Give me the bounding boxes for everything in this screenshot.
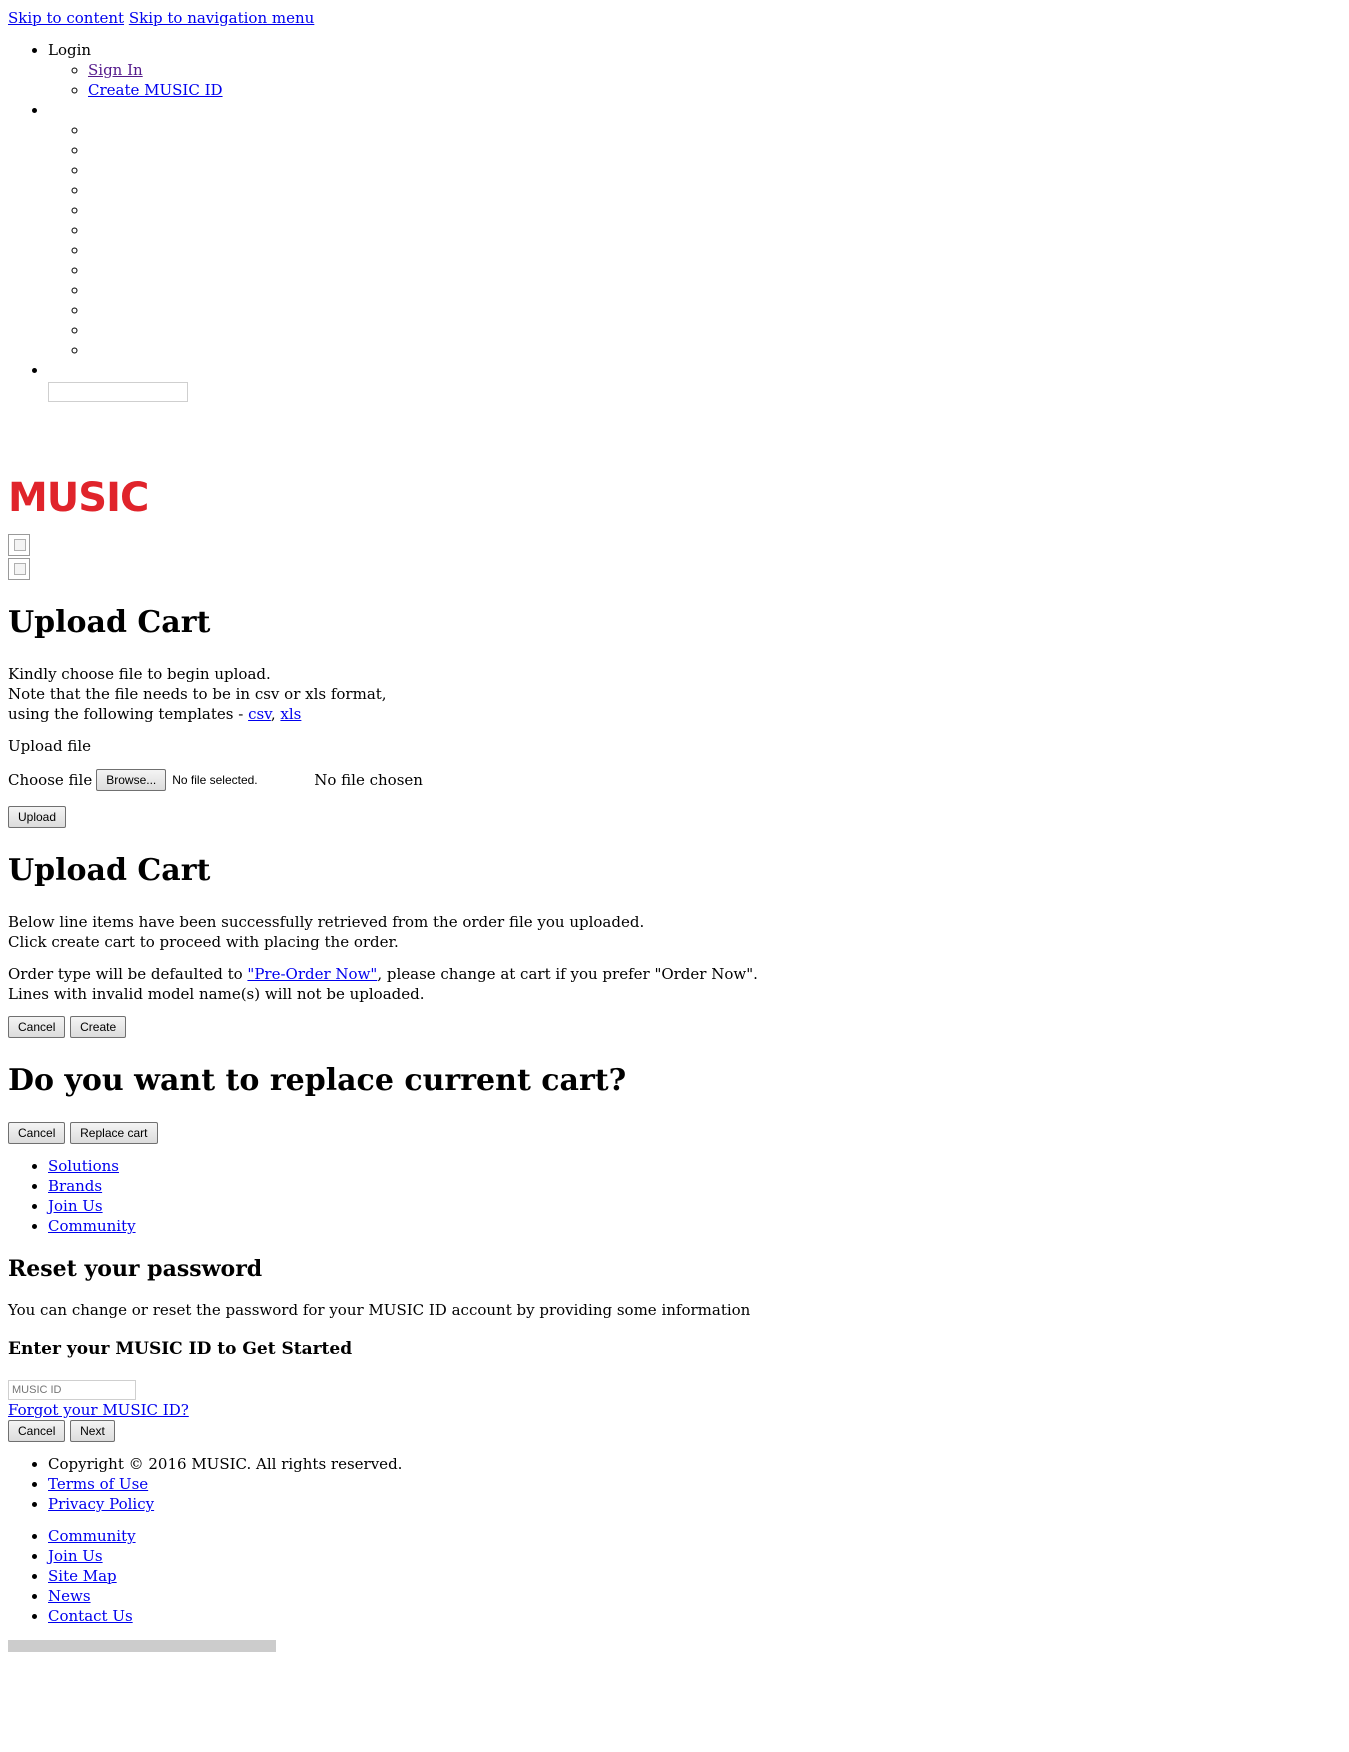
- join-us-link[interactable]: Join Us: [48, 1197, 103, 1215]
- order-note-pre: Order type will be defaulted to: [8, 965, 248, 983]
- intro-line-1: Kindly choose file to begin upload.: [8, 665, 271, 683]
- broken-image-icon: [8, 558, 30, 580]
- order-type-note: Order type will be defaulted to "Pre-Ord…: [8, 964, 1341, 1004]
- empty-menu-item[interactable]: [88, 240, 1341, 260]
- enter-music-id-heading: Enter your MUSIC ID to Get Started: [8, 1339, 353, 1359]
- skip-links: Skip to content Skip to navigation menu: [8, 8, 1341, 28]
- result-actions: Cancel Create: [8, 1016, 1341, 1038]
- solutions-link[interactable]: Solutions: [48, 1157, 119, 1175]
- footer-link-item: News: [48, 1586, 1341, 1606]
- empty-menu-item[interactable]: [88, 220, 1341, 240]
- main-link-item: Community: [48, 1216, 1341, 1236]
- reset-password-desc: You can change or reset the password for…: [8, 1301, 751, 1319]
- no-file-chosen-text: No file chosen: [314, 771, 423, 789]
- empty-menu-item[interactable]: [88, 320, 1341, 340]
- create-button[interactable]: Create: [70, 1016, 127, 1038]
- template-separator: ,: [270, 705, 281, 723]
- svg-text:MUSIC: MUSIC: [8, 478, 148, 518]
- footer-link-item: Community: [48, 1526, 1341, 1546]
- top-nav: Login Sign In Create MUSIC ID: [8, 40, 1341, 402]
- brands-link[interactable]: Brands: [48, 1177, 102, 1195]
- browse-button[interactable]: Browse...: [96, 769, 167, 791]
- skip-to-content-link[interactable]: Skip to content: [8, 9, 124, 27]
- result-line-2: Click create cart to proceed with placin…: [8, 933, 399, 951]
- empty-menu-item[interactable]: [88, 280, 1341, 300]
- empty-menu-item[interactable]: [88, 160, 1341, 180]
- footer-community-link[interactable]: Community: [48, 1527, 136, 1545]
- main-links: Solutions Brands Join Us Community: [8, 1156, 1341, 1236]
- invalid-model-note: Lines with invalid model name(s) will no…: [8, 985, 425, 1003]
- cancel-button[interactable]: Cancel: [8, 1016, 66, 1038]
- search-input[interactable]: [48, 382, 188, 402]
- empty-menu-item[interactable]: [88, 120, 1341, 140]
- music-id-input[interactable]: [8, 1380, 136, 1400]
- community-link[interactable]: Community: [48, 1217, 136, 1235]
- nav-menu-empty: [48, 100, 1341, 360]
- main-link-item: Join Us: [48, 1196, 1341, 1216]
- empty-menu-item[interactable]: [88, 140, 1341, 160]
- result-line-1: Below line items have been successfully …: [8, 913, 645, 931]
- choose-file-label: Choose file: [8, 771, 93, 789]
- nav-login: Login Sign In Create MUSIC ID: [48, 40, 1341, 100]
- main-link-item: Brands: [48, 1176, 1341, 1196]
- file-chooser-row: Choose file Browse... No file selected. …: [8, 768, 1341, 792]
- upload-file-label: Upload file: [8, 737, 92, 755]
- upload-cart-heading: Upload Cart: [8, 605, 211, 640]
- legal-list: Copyright © 2016 MUSIC. All rights reser…: [8, 1454, 1341, 1514]
- template-csv-link[interactable]: csv: [248, 705, 271, 723]
- music-logo-icon: MUSIC: [8, 475, 149, 521]
- footer-contact-us-link[interactable]: Contact Us: [48, 1607, 133, 1625]
- pre-order-now-link[interactable]: "Pre-Order Now": [247, 965, 377, 983]
- upload-cart-result-heading: Upload Cart: [8, 853, 211, 888]
- empty-menu: [48, 120, 1341, 360]
- no-file-selected-text: No file selected.: [172, 773, 258, 787]
- login-item-sign-in: Sign In: [88, 60, 1341, 80]
- reset-actions: Cancel Next: [8, 1420, 1341, 1442]
- template-xls-link[interactable]: xls: [280, 705, 301, 723]
- footer-link-item: Contact Us: [48, 1606, 1341, 1626]
- cancel-button[interactable]: Cancel: [8, 1122, 66, 1144]
- cancel-button[interactable]: Cancel: [8, 1420, 66, 1442]
- replace-cart-heading: Do you want to replace current cart?: [8, 1063, 627, 1098]
- replace-actions: Cancel Replace cart: [8, 1122, 1341, 1144]
- result-description: Below line items have been successfully …: [8, 912, 1341, 952]
- empty-menu-item[interactable]: [88, 180, 1341, 200]
- broken-image-icon: [8, 534, 30, 556]
- footer-links: Community Join Us Site Map News Contact …: [8, 1526, 1341, 1626]
- main-link-item: Solutions: [48, 1156, 1341, 1176]
- create-music-id-link[interactable]: Create MUSIC ID: [88, 81, 223, 99]
- sign-in-link[interactable]: Sign In: [88, 61, 143, 79]
- privacy-policy-link[interactable]: Privacy Policy: [48, 1495, 154, 1513]
- copyright-item: Copyright © 2016 MUSIC. All rights reser…: [48, 1454, 1341, 1474]
- forgot-music-id-link[interactable]: Forgot your MUSIC ID?: [8, 1401, 189, 1419]
- skip-to-nav-link[interactable]: Skip to navigation menu: [129, 9, 315, 27]
- privacy-item: Privacy Policy: [48, 1494, 1341, 1514]
- empty-menu-item[interactable]: [88, 340, 1341, 360]
- next-button[interactable]: Next: [70, 1420, 115, 1442]
- terms-of-use-link[interactable]: Terms of Use: [48, 1475, 148, 1493]
- intro-line-2: Note that the file needs to be in csv or…: [8, 685, 387, 703]
- terms-item: Terms of Use: [48, 1474, 1341, 1494]
- upload-button[interactable]: Upload: [8, 806, 67, 828]
- reset-password-heading: Reset your password: [8, 1256, 263, 1282]
- login-item-create-id: Create MUSIC ID: [88, 80, 1341, 100]
- footer-link-item: Site Map: [48, 1566, 1341, 1586]
- empty-menu-item[interactable]: [88, 300, 1341, 320]
- empty-menu-item[interactable]: [88, 260, 1341, 280]
- footer-news-link[interactable]: News: [48, 1587, 91, 1605]
- order-note-post: , please change at cart if you prefer "O…: [377, 965, 758, 983]
- login-label: Login: [48, 41, 92, 59]
- footer-join-us-link[interactable]: Join Us: [48, 1547, 103, 1565]
- copyright-text: Copyright © 2016 MUSIC. All rights reser…: [48, 1455, 403, 1473]
- intro-line-3: using the following templates -: [8, 705, 249, 723]
- footer-site-map-link[interactable]: Site Map: [48, 1567, 117, 1585]
- music-logo[interactable]: MUSIC: [8, 475, 1341, 524]
- nav-search: [48, 360, 1341, 402]
- upload-instructions: Kindly choose file to begin upload. Note…: [8, 664, 1341, 724]
- replace-cart-button[interactable]: Replace cart: [70, 1122, 158, 1144]
- footer-banner-image: [8, 1640, 276, 1652]
- empty-menu-item[interactable]: [88, 200, 1341, 220]
- footer-link-item: Join Us: [48, 1546, 1341, 1566]
- login-menu: Sign In Create MUSIC ID: [48, 60, 1341, 100]
